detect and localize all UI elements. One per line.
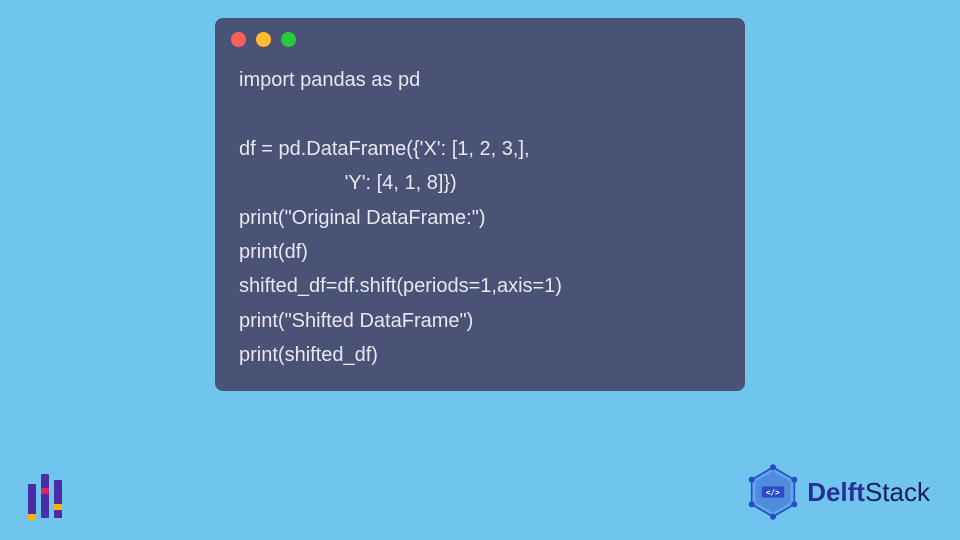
brand-prefix: Delft xyxy=(807,477,865,508)
maximize-icon xyxy=(281,32,296,47)
code-line: import pandas as pd xyxy=(239,69,420,91)
code-line: print(shifted_df) xyxy=(239,344,378,366)
brand-suffix: Stack xyxy=(865,477,930,508)
code-line: print(df) xyxy=(239,241,308,263)
code-line: print("Shifted DataFrame") xyxy=(239,310,473,332)
minimize-icon xyxy=(256,32,271,47)
brand-left-logo xyxy=(28,474,62,518)
close-icon xyxy=(231,32,246,47)
code-line: df = pd.DataFrame({'X': [1, 2, 3,], xyxy=(239,138,530,160)
brand-right: </> DelftStack xyxy=(745,464,930,520)
code-line: shifted_df=df.shift(periods=1,axis=1) xyxy=(239,275,562,297)
code-window: import pandas as pd df = pd.DataFrame({'… xyxy=(215,18,745,391)
code-line: 'Y': [4, 1, 8]}) xyxy=(239,172,457,194)
brand-name: DelftStack xyxy=(807,477,930,508)
window-controls xyxy=(215,18,745,57)
code-line: print("Original DataFrame:") xyxy=(239,207,485,229)
logo-bar xyxy=(54,480,62,518)
svg-text:</>: </> xyxy=(766,488,780,497)
code-content: import pandas as pd df = pd.DataFrame({'… xyxy=(215,57,745,373)
delftstack-logo-icon: </> xyxy=(745,464,801,520)
logo-bar xyxy=(41,474,49,518)
logo-bar xyxy=(28,484,36,518)
